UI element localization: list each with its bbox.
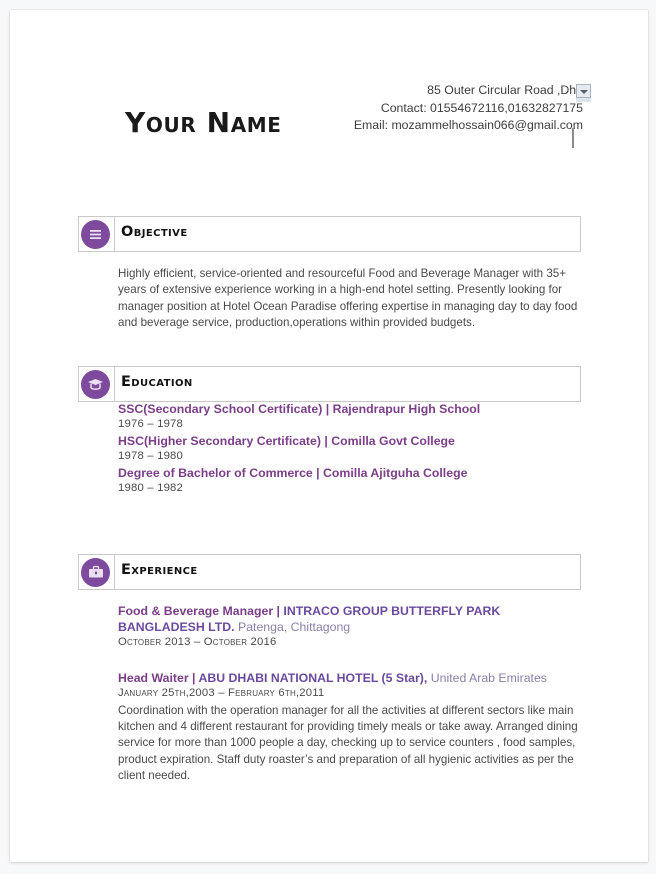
experience-entry: Food & Beverage Manager | INTRACO GROUP … [118, 603, 584, 651]
experience-entry-title: Head Waiter | ABU DHABI NATIONAL HOTEL (… [118, 670, 584, 686]
document-body: Your Name 85 Outer Circular Road ,Dha Co… [10, 10, 648, 862]
education-entry-date: 1978 – 1980 [118, 450, 184, 463]
education-entry-title: SSC(Secondary School Certificate) | Raje… [118, 402, 481, 416]
section-icon-cell [79, 555, 115, 589]
education-entry: HSC(Higher Secondary Certificate) | Comi… [118, 433, 584, 465]
experience-separator: | [273, 604, 284, 618]
education-entry-date: 1980 – 1982 [118, 482, 184, 495]
dropdown-shadow [576, 98, 591, 102]
section-header-education: Education [78, 366, 581, 402]
experience-entry-description: Coordination with the operation manager … [118, 703, 578, 782]
contact-phone: Contact: 01554672116,01632827175 [380, 100, 583, 115]
section-icon-cell [79, 367, 115, 401]
briefcase-icon [81, 557, 110, 587]
graduation-cap-icon [81, 369, 110, 399]
section-title-experience: Experience [121, 562, 198, 578]
education-entry-date: 1976 – 1978 [118, 418, 184, 431]
experience-entry-date: January 25th,2003 – February 6th,2011 [118, 687, 325, 700]
section-header-experience: Experience [78, 554, 581, 590]
chevron-glyph [580, 90, 588, 94]
section-icon-cell [79, 217, 115, 251]
section-title-education: Education [121, 374, 193, 390]
contact-email: Email: mozammelhossain066@gmail.com [353, 118, 583, 132]
education-entry: Degree of Bachelor of Commerce | Comilla… [118, 465, 584, 497]
resume-page: Your Name 85 Outer Circular Road ,Dha Co… [10, 10, 648, 862]
experience-entry: Head Waiter | ABU DHABI NATIONAL HOTEL (… [118, 670, 584, 784]
contact-info: 85 Outer Circular Road ,Dha Contact: 015… [354, 82, 583, 135]
experience-separator: | [188, 671, 199, 685]
experience-role: Head Waiter [118, 671, 189, 685]
experience-location: United Arab Emirates [427, 671, 547, 685]
objective-paragraph: Highly efficient, service-oriented and r… [118, 267, 578, 329]
section-title-objective: Objective [121, 224, 188, 240]
education-entry-title: HSC(Higher Secondary Certificate) | Comi… [118, 434, 455, 448]
text-caret [572, 128, 574, 148]
education-entry-title: Degree of Bachelor of Commerce | Comilla… [118, 466, 468, 480]
experience-role: Food & Beverage Manager [118, 604, 274, 618]
section-header-objective: Objective [78, 216, 581, 252]
experience-org: ABU DHABI NATIONAL HOTEL (5 Star), [198, 671, 428, 685]
experience-entry-date: October 2013 – October 2016 [118, 636, 277, 649]
experience-location: Patenga, Chittagong [234, 620, 351, 635]
contact-address: 85 Outer Circular Road ,Dha [427, 83, 583, 97]
education-entry: SSC(Secondary School Certificate) | Raje… [118, 401, 584, 433]
list-lines-icon [81, 219, 110, 249]
experience-entry-title: Food & Beverage Manager | INTRACO GROUP … [118, 603, 584, 635]
chevron-down-icon[interactable] [576, 84, 591, 98]
page-title: Your Name [125, 106, 282, 139]
resume-header: Your Name 85 Outer Circular Road ,Dha Co… [10, 72, 648, 164]
